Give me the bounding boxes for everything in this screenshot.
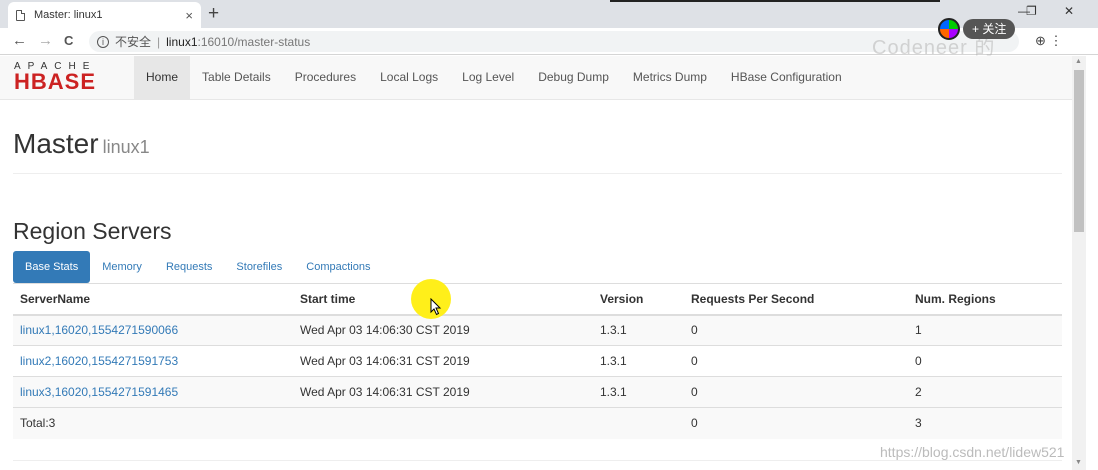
- server-name-cell: linux2,16020,1554271591753: [13, 345, 293, 377]
- nav-item-metrics-dump[interactable]: Metrics Dump: [621, 56, 719, 100]
- table-cell: 0: [908, 345, 1062, 377]
- server-link[interactable]: linux1,16020,1554271590066: [20, 323, 178, 337]
- server-link[interactable]: linux2,16020,1554271591753: [20, 354, 178, 368]
- table-cell: Wed Apr 03 14:06:30 CST 2019: [293, 314, 593, 346]
- follow-button[interactable]: + 关注: [963, 19, 1016, 39]
- total-cell: 0: [684, 407, 908, 439]
- restore-icon[interactable]: ❐: [1026, 4, 1037, 18]
- watermark-bottom: https://blog.csdn.net/lidew521: [880, 444, 1065, 460]
- nav-item-procedures[interactable]: Procedures: [283, 56, 368, 100]
- total-cell: Total:3: [13, 407, 293, 439]
- page-title: Master linux1: [13, 128, 150, 160]
- close-icon[interactable]: ×: [185, 8, 193, 23]
- master-host: linux1: [102, 137, 150, 157]
- tab-title: Master: linux1: [34, 9, 103, 21]
- insecure-label: 不安全: [115, 35, 152, 49]
- nav-item-table-details[interactable]: Table Details: [190, 56, 283, 100]
- region-servers-heading: Region Servers: [13, 218, 172, 244]
- table-row: linux2,16020,1554271591753 Wed Apr 03 14:…: [13, 345, 1062, 377]
- table-cell: 1.3.1: [593, 376, 684, 408]
- table-cell: Wed Apr 03 14:06:31 CST 2019: [293, 376, 593, 408]
- scroll-down-icon[interactable]: ▼: [1075, 459, 1082, 466]
- table-cell: 0: [684, 314, 908, 346]
- total-cell: 3: [908, 407, 1062, 439]
- url-separator: |: [157, 34, 161, 49]
- server-name-cell: linux3,16020,1554271591465: [13, 376, 293, 408]
- nav-item-hbase-configuration[interactable]: HBase Configuration: [719, 56, 854, 100]
- page-viewport: APACHE HBASE Home Table Details Procedures…: [0, 56, 1072, 470]
- table-cell: Wed Apr 03 14:06:31 CST 2019: [293, 345, 593, 377]
- column-header[interactable]: ServerName: [13, 283, 293, 316]
- top-divider: [610, 0, 940, 2]
- tab-memory[interactable]: Memory: [90, 251, 154, 283]
- table-cell: 0: [684, 376, 908, 408]
- divider: [13, 173, 1062, 174]
- reload-icon[interactable]: C: [64, 33, 73, 48]
- tab-base-stats[interactable]: Base Stats: [13, 251, 91, 283]
- page-title-text: Master: [13, 128, 99, 159]
- vertical-scrollbar[interactable]: ▲ ▼: [1072, 56, 1086, 470]
- window-close-icon[interactable]: ✕: [1064, 4, 1074, 18]
- table-body: linux1,16020,1554271590066 Wed Apr 03 14:…: [13, 314, 1062, 439]
- nav-menu: Home Table Details Procedures Local Logs Log…: [134, 56, 854, 100]
- server-name-cell: linux1,16020,1554271590066: [13, 314, 293, 346]
- table-cell: 1: [908, 314, 1062, 346]
- table-cell: 1.3.1: [593, 345, 684, 377]
- column-header[interactable]: Requests Per Second: [684, 283, 908, 316]
- table-row: linux1,16020,1554271590066 Wed Apr 03 14:…: [13, 314, 1062, 346]
- new-tab-button[interactable]: +: [208, 3, 219, 25]
- url-host: linux1: [166, 34, 198, 49]
- hbase-logo[interactable]: APACHE HBASE: [14, 61, 124, 94]
- table-cell: 2: [908, 376, 1062, 408]
- column-header[interactable]: Num. Regions: [908, 283, 1062, 316]
- extension-icons[interactable]: ⊕ ⋮: [1035, 33, 1063, 49]
- table-row: linux3,16020,1554271591465 Wed Apr 03 14:…: [13, 376, 1062, 408]
- nav-item-home[interactable]: Home: [134, 56, 191, 100]
- tab-storefiles[interactable]: Storefiles: [224, 251, 294, 283]
- scroll-up-icon[interactable]: ▲: [1075, 58, 1082, 65]
- back-icon[interactable]: ←: [12, 32, 27, 49]
- hbase-navbar: APACHE HBASE Home Table Details Procedures…: [0, 56, 1072, 100]
- nav-item-log-level[interactable]: Log Level: [450, 56, 526, 100]
- total-cell: [593, 407, 684, 439]
- nav-item-local-logs[interactable]: Local Logs: [368, 56, 450, 100]
- info-icon[interactable]: i: [97, 35, 109, 48]
- tab-requests[interactable]: Requests: [154, 251, 224, 283]
- browser-tab-strip: Master: linux1 × + — ❐ ✕: [0, 0, 1098, 28]
- region-servers-table: ServerName Start time Version Requests Per …: [13, 283, 1062, 439]
- forward-icon[interactable]: →: [38, 32, 53, 49]
- nav-item-debug-dump[interactable]: Debug Dump: [526, 56, 621, 100]
- follow-widget[interactable]: + 关注: [938, 18, 1016, 40]
- url-path: :16010/master-status: [197, 34, 311, 49]
- table-total-row: Total:3 0 3: [13, 407, 1062, 439]
- server-link[interactable]: linux3,16020,1554271591465: [20, 385, 178, 399]
- logo-bottom-text: HBASE: [14, 69, 97, 94]
- avatar: [938, 18, 960, 40]
- region-server-tabs: Base Stats Memory Requests Storefiles Compac…: [13, 251, 382, 283]
- mouse-cursor-icon: [430, 298, 442, 316]
- table-cell: 0: [684, 345, 908, 377]
- scroll-thumb[interactable]: [1074, 70, 1084, 232]
- tab-compactions[interactable]: Compactions: [294, 251, 382, 283]
- table-cell: 1.3.1: [593, 314, 684, 346]
- table-header-row: ServerName Start time Version Requests Per …: [13, 283, 1062, 316]
- total-cell: [293, 407, 593, 439]
- divider: [13, 460, 1062, 461]
- browser-tab[interactable]: Master: linux1 ×: [8, 2, 201, 28]
- column-header[interactable]: Version: [593, 283, 684, 316]
- page-icon: [16, 9, 25, 21]
